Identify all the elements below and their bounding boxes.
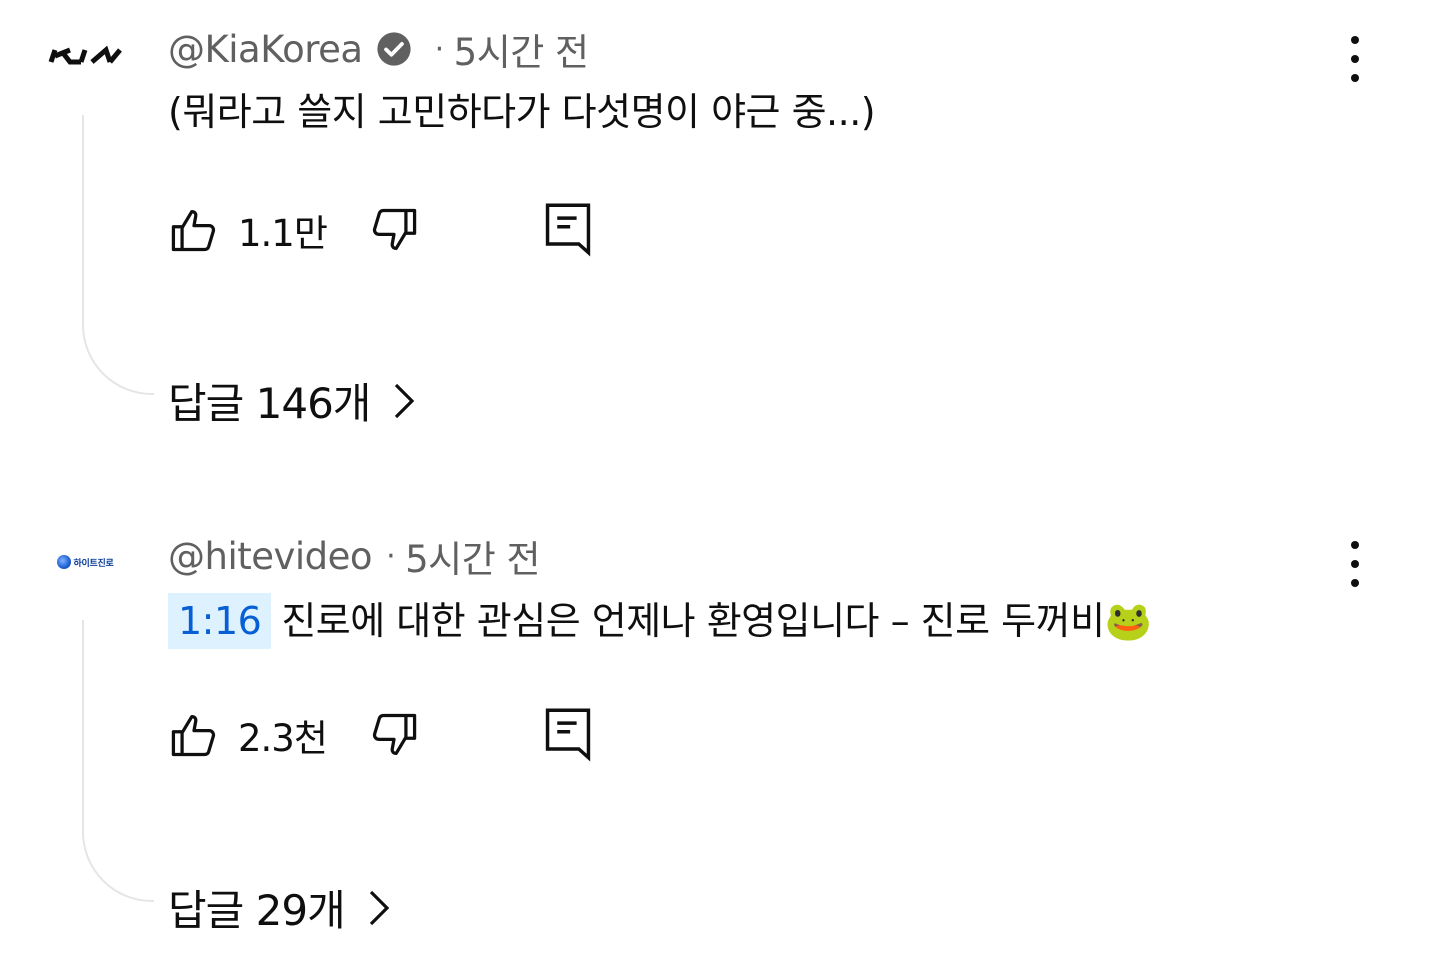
thumbs-down-icon (372, 208, 417, 251)
thumbs-down-icon (372, 713, 417, 756)
comment-text: 진로에 대한 관심은 언제나 환영입니다 – 진로 두꺼비🐸 (281, 599, 1152, 643)
thumbs-up-icon (171, 714, 216, 757)
comment-actions: 2.3천 (168, 705, 668, 765)
comment-body: 1:16 진로에 대한 관심은 언제나 환영입니다 – 진로 두꺼비🐸 (168, 593, 1152, 649)
reply-comment-icon (545, 708, 591, 762)
separator: · (434, 31, 445, 67)
dislike-button[interactable] (368, 200, 420, 260)
comment-thread: @KiaKorea · 5시간 전 (뭐라고 쓸지 고민하다가 다섯명이 야근 … (0, 0, 1433, 500)
author-name[interactable]: @hitevideo (168, 535, 373, 578)
replies-toggle[interactable]: 답글 146개 (168, 370, 416, 431)
replies-toggle[interactable]: 답글 29개 (168, 877, 391, 938)
more-vert-icon[interactable] (1335, 36, 1375, 82)
like-button[interactable]: 2.3천 (168, 705, 328, 765)
timestamp-link[interactable]: 1:16 (168, 593, 272, 649)
dislike-button[interactable] (368, 705, 420, 765)
reply-button[interactable] (544, 705, 592, 765)
reply-button[interactable] (544, 200, 592, 260)
chevron-right-icon (392, 381, 416, 421)
comment-header: @KiaKorea · 5시간 전 (168, 22, 589, 76)
comment-time[interactable]: 5시간 전 (405, 529, 540, 583)
avatar[interactable]: 하이트진로 (40, 547, 130, 577)
more-vert-icon[interactable] (1335, 541, 1375, 587)
replies-label: 답글 146개 (168, 379, 371, 428)
thread-line (82, 620, 154, 902)
replies-label: 답글 29개 (168, 886, 346, 935)
author-name[interactable]: @KiaKorea (168, 28, 363, 71)
separator: · (386, 538, 396, 574)
comment-thread: 하이트진로 @hitevideo · 5시간 전 1:16 진로에 대한 관심은… (0, 505, 1433, 961)
comment-time[interactable]: 5시간 전 (454, 22, 589, 76)
reply-comment-icon (545, 203, 591, 257)
comment-header: @hitevideo · 5시간 전 (168, 529, 541, 583)
like-button[interactable]: 1.1만 (168, 200, 328, 260)
chevron-right-icon (367, 888, 391, 928)
verified-check-icon (375, 30, 413, 68)
like-count: 2.3천 (238, 717, 328, 760)
kia-logo (48, 45, 122, 65)
comment-text: (뭐라고 쓸지 고민하다가 다섯명이 야근 중...) (168, 90, 876, 134)
like-count: 1.1만 (238, 212, 328, 255)
comment-actions: 1.1만 (168, 200, 668, 260)
thread-line (82, 115, 154, 395)
thumbs-up-icon (171, 209, 216, 252)
hite-jinro-logo: 하이트진로 (56, 555, 114, 569)
avatar[interactable] (40, 40, 130, 70)
